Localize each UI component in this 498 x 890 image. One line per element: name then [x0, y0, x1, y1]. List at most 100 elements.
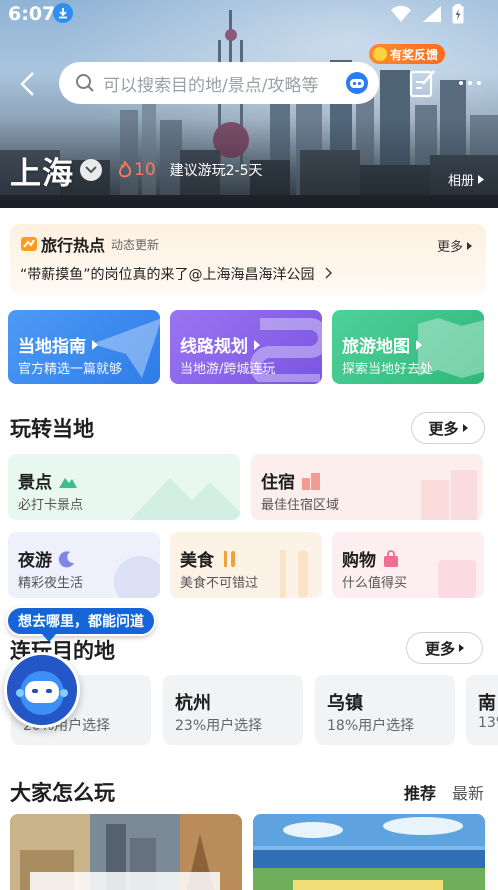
album-link[interactable]: 相册 — [448, 170, 484, 189]
edit-note-icon — [409, 70, 435, 98]
category-food[interactable]: 美食 美食不可错过 — [170, 532, 322, 598]
headline-text: “带薪摸鱼”的岗位真的来了@上海海昌海洋公园 — [20, 267, 315, 283]
tab-recommend[interactable]: 推荐 — [404, 780, 436, 804]
category-title: 购物 — [342, 546, 400, 571]
wifi-icon — [391, 5, 411, 22]
section-title-how-play: 大家怎么玩 — [10, 781, 115, 805]
local-guide-title: 当地指南 — [18, 337, 86, 357]
travel-hot-title: 旅行热点 — [41, 236, 106, 255]
triangle-right-icon — [459, 644, 464, 652]
route-plan-title: 线路规划 — [180, 337, 248, 357]
cutlery-deco — [280, 550, 308, 598]
signal-icon — [423, 6, 441, 22]
album-label: 相册 — [447, 174, 474, 189]
travel-hot-headline[interactable]: “带薪摸鱼”的岗位真的来了@上海海昌海洋公园 — [20, 264, 333, 284]
shopping-bag-icon — [384, 549, 398, 567]
triangle-right-icon — [467, 241, 472, 250]
category-title: 景点 — [18, 468, 78, 493]
cutlery-icon — [224, 550, 235, 567]
tool-cards: 当地指南 官方精选一篇就够 线路规划 当地游/跨城连玩 旅游地图 探索当地好去处 — [8, 310, 490, 386]
dot-icon — [468, 81, 472, 85]
dot-icon — [459, 81, 463, 85]
more-label: 更多 — [424, 639, 455, 658]
category-sights[interactable]: 景点 必打卡景点 — [8, 454, 240, 520]
back-button[interactable] — [10, 66, 44, 102]
heat-index: 10 — [118, 160, 156, 180]
section-title-play-local: 玩转当地 — [10, 417, 94, 441]
travel-hot-subtitle: 动态更新 — [111, 237, 160, 252]
status-time: 6:07 — [8, 3, 56, 25]
city-info-row: 上海 10 建议游玩2-5天 — [10, 148, 263, 193]
battery-icon — [452, 4, 464, 24]
travel-map-card[interactable]: 旅游地图 探索当地好去处 — [332, 310, 484, 384]
search-placeholder: 可以搜索目的地/景点/攻略等 — [103, 75, 319, 96]
reward-feedback-tag[interactable]: 有奖反馈 — [369, 44, 446, 64]
search-icon — [76, 74, 94, 92]
tool-title: 线路规划 — [180, 332, 260, 357]
stay-subtitle: 最佳住宿区域 — [261, 498, 340, 513]
mountain-icon — [59, 477, 77, 488]
travel-hot-more-link[interactable]: 更多 — [437, 236, 472, 255]
destination-name: 乌镇 — [327, 693, 363, 714]
triangle-right-icon — [478, 175, 484, 184]
chevron-down-icon[interactable] — [80, 159, 102, 181]
assistant-tooltip-text: 想去哪里，都能问道 — [18, 614, 144, 630]
suggested-duration: 建议游玩2-5天 — [169, 163, 263, 179]
local-guide-card[interactable]: 当地指南 官方精选一篇就够 — [8, 310, 160, 384]
shopping-subtitle: 什么值得买 — [342, 576, 408, 591]
city-name[interactable]: 上海 — [10, 148, 74, 193]
category-title: 美食 — [180, 546, 238, 571]
category-title: 夜游 — [18, 546, 76, 571]
night-title: 夜游 — [18, 551, 52, 571]
local-guide-subtitle: 官方精选一篇就够 — [18, 362, 123, 377]
destination-percent: 18%用户选择 — [327, 718, 415, 734]
status-icons — [390, 4, 464, 24]
feedback-button[interactable] — [404, 64, 442, 102]
triangle-right-icon — [416, 339, 422, 350]
destination-name: 杭州 — [175, 693, 211, 714]
flame-icon — [118, 161, 132, 178]
destination-percent: 13% — [478, 715, 498, 731]
more-options-button[interactable] — [452, 70, 488, 96]
category-stay[interactable]: 住宿 最佳住宿区域 — [251, 454, 483, 520]
category-night[interactable]: 夜游 精彩夜生活 — [8, 532, 160, 598]
hot-flag-icon — [21, 237, 37, 251]
travel-map-subtitle: 探索当地好去处 — [342, 362, 434, 377]
play-local-more-button[interactable]: 更多 — [411, 412, 485, 444]
top-nav: 可以搜索目的地/景点/攻略等 — [0, 62, 498, 106]
travel-map-title: 旅游地图 — [342, 337, 410, 357]
route-plan-subtitle: 当地游/跨城连玩 — [180, 362, 276, 377]
assistant-tooltip[interactable]: 想去哪里，都能问道 — [6, 606, 156, 642]
destination-card[interactable]: 乌镇 18%用户选择 — [315, 675, 455, 745]
tool-title: 旅游地图 — [342, 332, 422, 357]
chevron-right-icon — [325, 267, 333, 279]
travel-hot-header: 旅行热点 动态更新 — [20, 232, 159, 256]
note-card-image[interactable] — [10, 814, 242, 890]
nearby-more-button[interactable]: 更多 — [406, 632, 483, 664]
search-input[interactable]: 可以搜索目的地/景点/攻略等 — [59, 62, 379, 104]
tab-latest[interactable]: 最新 — [452, 780, 484, 804]
coin-icon — [373, 47, 387, 61]
destination-card[interactable]: 南 13% — [466, 675, 498, 745]
destination-card[interactable]: 杭州 23%用户选择 — [163, 675, 303, 745]
note-card-image[interactable] — [253, 814, 485, 890]
ai-assistant-icon[interactable] — [345, 71, 369, 95]
robot-icon — [7, 655, 77, 725]
moon-deco — [114, 556, 160, 598]
route-plan-card[interactable]: 线路规划 当地游/跨城连玩 — [170, 310, 322, 384]
category-shopping[interactable]: 购物 什么值得买 — [332, 532, 484, 598]
city-collage-image — [10, 814, 242, 890]
triangle-right-icon — [254, 339, 260, 350]
moon-icon — [58, 550, 74, 567]
more-label: 更多 — [436, 240, 463, 255]
destination-name: 南 — [478, 693, 496, 714]
sights-title: 景点 — [18, 473, 52, 493]
triangle-right-icon — [92, 339, 98, 350]
building-deco — [421, 470, 477, 520]
ai-assistant-button[interactable] — [4, 652, 80, 728]
lake-landscape-image — [253, 814, 485, 890]
status-bar: 6:07 — [0, 0, 498, 30]
how-play-tabs: 推荐 最新 — [404, 780, 484, 804]
food-subtitle: 美食不可错过 — [180, 576, 259, 591]
travel-hot-card[interactable]: 旅行热点 动态更新 更多 “带薪摸鱼”的岗位真的来了@上海海昌海洋公园 — [10, 224, 486, 296]
